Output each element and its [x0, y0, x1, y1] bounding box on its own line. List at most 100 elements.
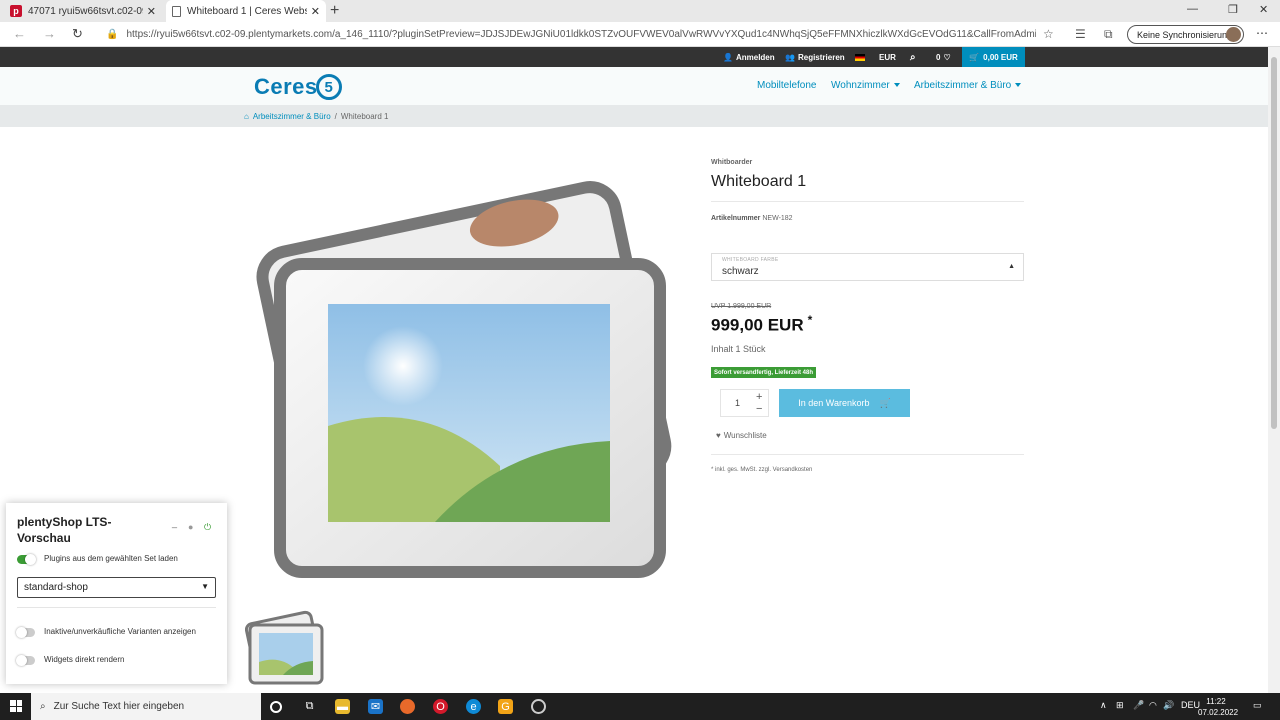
status-dot-icon: ●	[188, 522, 194, 532]
plugin-set-value: standard-shop	[24, 582, 88, 593]
app-icon[interactable]: G	[498, 699, 513, 714]
taskbar-clock[interactable]: 11:22 07.02.2022	[1198, 696, 1238, 718]
file-explorer-icon[interactable]: ▬	[335, 699, 350, 714]
uvp-price: UVP 1.999,00 EUR	[711, 303, 772, 310]
nav-arbeitszimmer[interactable]: Arbeitszimmer & Büro	[914, 80, 1022, 91]
chevron-down-icon: ▼	[201, 582, 209, 591]
sort-arrows-icon: ▲	[1008, 263, 1015, 270]
product-image[interactable]	[245, 156, 691, 602]
breadcrumb-separator: /	[334, 112, 337, 121]
toggle-widgets[interactable]	[16, 655, 35, 666]
back-icon[interactable]: ←	[13, 26, 26, 41]
shop-top-bar: 👤 Anmelden 👥 Registrieren EUR ⌕ 0 ♡ 🛒 0,…	[0, 47, 1268, 67]
divider	[17, 607, 216, 608]
windows-start-icon[interactable]	[10, 700, 22, 712]
maximize-window-icon[interactable]: ❐	[1228, 3, 1238, 16]
new-tab-icon[interactable]: +	[330, 2, 339, 20]
browser-tab-shop[interactable]: Whiteboard 1 | Ceres Webshop ✕	[166, 0, 326, 22]
user-plus-icon: 👥	[785, 52, 795, 62]
cart-total: 0,00 EUR	[983, 52, 1018, 62]
wishlist-count: 0	[936, 52, 941, 62]
preview-widget: plentyShop LTS-Vorschau _ ● ⏻ Plugins au…	[6, 503, 227, 684]
divider	[711, 454, 1024, 455]
lock-icon: 🔒	[106, 29, 119, 40]
favorite-star-icon[interactable]: ☆	[1043, 27, 1054, 41]
breadcrumb-bar: ⌂ Arbeitszimmer & Büro / Whiteboard 1	[0, 105, 1268, 127]
plugin-set-select[interactable]: standard-shop ▼	[17, 577, 216, 598]
firefox-icon[interactable]	[400, 699, 415, 714]
register-link[interactable]: 👥 Registrieren	[785, 47, 845, 67]
product-thumbnail[interactable]	[244, 607, 327, 689]
minimize-icon[interactable]: _	[172, 518, 177, 528]
close-window-icon[interactable]: ✕	[1259, 3, 1268, 16]
obs-icon[interactable]	[531, 699, 546, 714]
sync-button[interactable]: Keine Synchronisierung	[1127, 25, 1244, 44]
url-text: https://ryui5w66tsvt.c02-09.plentymarket…	[126, 29, 1036, 40]
toggle-plugins[interactable]	[17, 554, 36, 565]
home-icon[interactable]: ⌂	[244, 112, 249, 121]
minus-icon[interactable]: −	[756, 403, 762, 415]
logo-word: Ceres	[254, 74, 318, 99]
variation-select[interactable]: WHITEBOARD FARBE schwarz ▲	[711, 253, 1024, 281]
minimize-window-icon[interactable]: —	[1187, 3, 1198, 15]
german-flag-icon	[855, 53, 865, 61]
user-icon: 👤	[723, 52, 733, 62]
quantity-stepper[interactable]: 1 + −	[720, 389, 769, 417]
wishlist-link[interactable]: 0 ♡	[936, 47, 951, 67]
scrollbar-thumb[interactable]	[1271, 57, 1277, 429]
nav-wohnzimmer[interactable]: Wohnzimmer	[831, 80, 900, 91]
currency-switch[interactable]: EUR	[879, 47, 896, 67]
more-options-icon[interactable]: ⋯	[1256, 26, 1268, 40]
notifications-icon[interactable]: ▭	[1253, 700, 1262, 711]
currency-label: EUR	[879, 52, 896, 62]
language-switch[interactable]	[855, 47, 865, 67]
task-view-icon[interactable]: ⧉	[302, 699, 317, 714]
register-label: Registrieren	[797, 52, 845, 62]
tab-title: 47071 ryui5w66tsvt.c02-09.plenty	[28, 5, 143, 17]
breadcrumb-item[interactable]: Arbeitszimmer & Büro	[253, 112, 331, 121]
close-tab-icon[interactable]: ✕	[147, 5, 156, 18]
taskbar-search[interactable]: ⌕ Zur Suche Text hier eingeben	[31, 693, 261, 720]
toggle-knob	[16, 655, 27, 666]
plus-icon[interactable]: +	[756, 391, 762, 403]
volume-icon[interactable]: 🔊	[1163, 700, 1174, 711]
nav-mobiltelefone[interactable]: Mobiltelefone	[757, 80, 816, 91]
wishlist-button[interactable]: ♥ Wunschliste	[716, 431, 767, 440]
plenty-favicon-icon: p	[10, 5, 22, 17]
favorites-list-icon[interactable]: ☰	[1075, 27, 1086, 41]
image-placeholder-icon	[256, 181, 672, 578]
ceres-logo[interactable]: Ceres 5	[254, 73, 342, 101]
add-to-cart-button[interactable]: In den Warenkorb 🛒	[779, 389, 910, 417]
opera-icon[interactable]: O	[433, 699, 448, 714]
toggle-variants[interactable]	[16, 627, 35, 638]
availability-badge: Sofort versandfertig, Lieferzeit 48h	[711, 367, 817, 378]
microphone-icon[interactable]: 🎤	[1133, 700, 1144, 711]
browser-tab-admin[interactable]: p 47071 ryui5w66tsvt.c02-09.plenty ✕	[4, 0, 162, 22]
browser-tab-bar: p 47071 ryui5w66tsvt.c02-09.plenty ✕ Whi…	[0, 0, 1280, 22]
login-link[interactable]: 👤 Anmelden	[723, 47, 775, 67]
url-field[interactable]: 🔒 https://ryui5w66tsvt.c02-09.plentymark…	[106, 26, 1036, 43]
forward-icon[interactable]: →	[43, 26, 56, 41]
edge-icon[interactable]: e	[466, 699, 481, 714]
variation-select-value: schwarz	[722, 266, 759, 277]
close-tab-icon[interactable]: ✕	[311, 5, 320, 18]
wifi-icon[interactable]: ◠	[1149, 700, 1157, 711]
page-scrollbar[interactable]	[1268, 47, 1280, 693]
mail-icon[interactable]: ✉	[368, 699, 383, 714]
article-label: Artikelnummer	[711, 215, 761, 222]
wishlist-label: Wunschliste	[723, 431, 767, 440]
power-icon[interactable]: ⏻	[204, 522, 211, 533]
tray-chevron-icon[interactable]: ∧	[1100, 700, 1107, 711]
cart-button[interactable]: 🛒 0,00 EUR	[962, 47, 1025, 67]
collections-icon[interactable]: ⧉	[1104, 27, 1113, 42]
variation-select-label: WHITEBOARD FARBE	[722, 257, 779, 263]
cortana-icon[interactable]	[270, 701, 282, 713]
reload-icon[interactable]: ↻	[72, 26, 83, 42]
quantity-value[interactable]: 1	[735, 398, 740, 408]
toggle-widgets-label: Widgets direkt rendern	[44, 655, 125, 664]
search-icon[interactable]: ⌕	[910, 47, 916, 67]
network-icon[interactable]: ⊞	[1116, 700, 1124, 711]
breadcrumb: ⌂ Arbeitszimmer & Büro / Whiteboard 1	[244, 112, 388, 121]
nav-label: Wohnzimmer	[831, 80, 890, 91]
clock-time: 11:22	[1206, 697, 1226, 706]
